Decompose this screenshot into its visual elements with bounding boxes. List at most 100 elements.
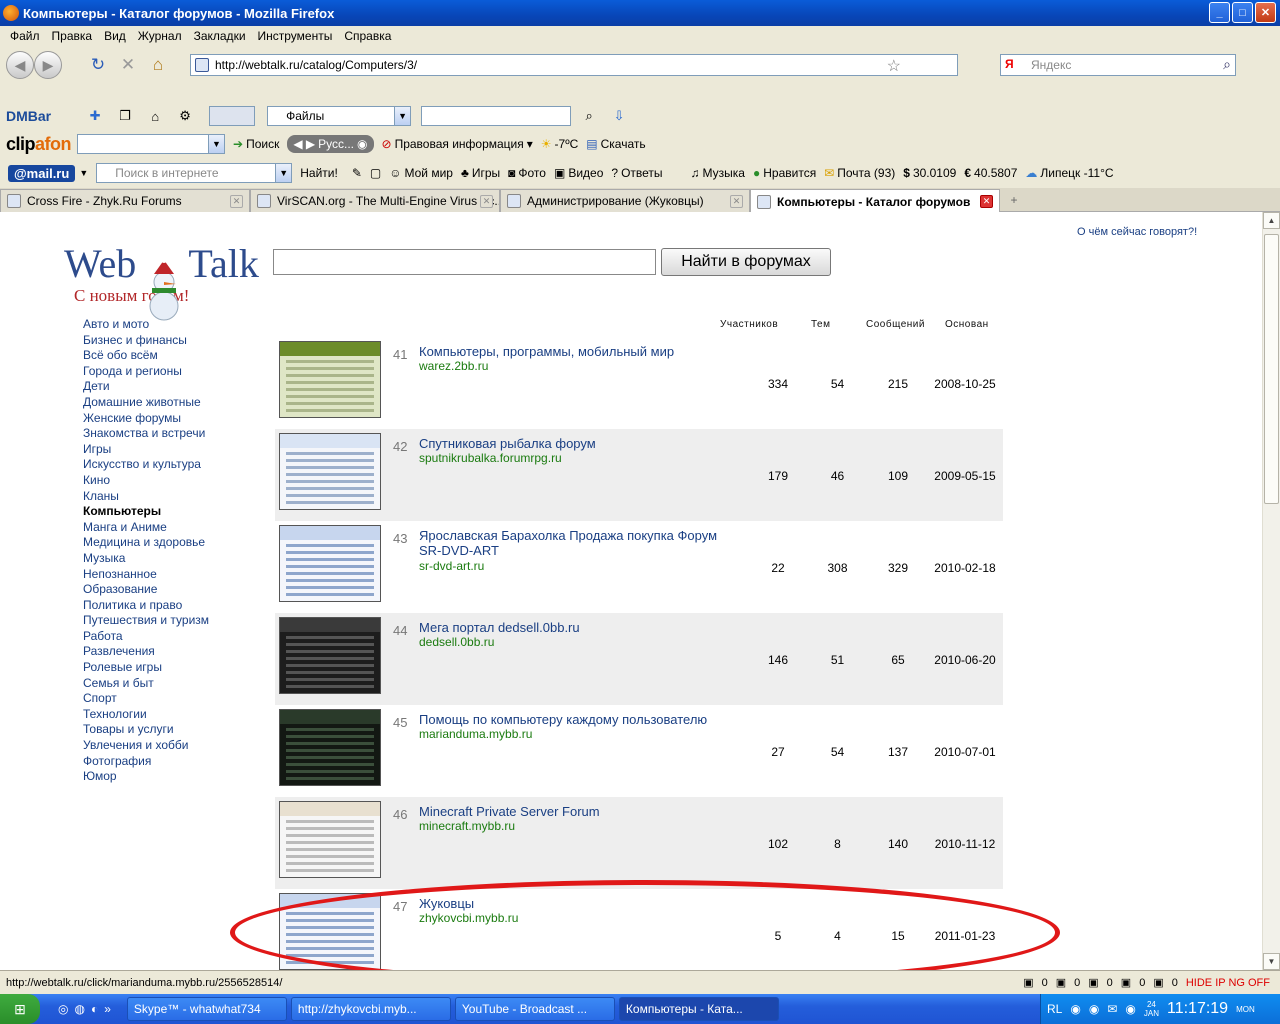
category-link[interactable]: Технологии [83, 707, 209, 723]
bookmark-star-icon[interactable]: ☆ [887, 56, 901, 76]
scroll-thumb[interactable] [1264, 234, 1279, 504]
minimize-button[interactable]: _ [1209, 2, 1230, 23]
forum-search-input[interactable] [273, 249, 656, 275]
category-link[interactable]: Работа [83, 629, 209, 645]
copy-icon[interactable]: ❐ [117, 108, 133, 124]
mailru-logo[interactable]: @mail.ru [8, 164, 76, 182]
eur-rate[interactable]: €40.5807 [964, 166, 1017, 180]
reload-icon[interactable]: ↻ [86, 53, 110, 77]
category-link[interactable]: Медицина и здоровье [83, 535, 209, 551]
menu-file[interactable]: Файл [4, 29, 46, 43]
menu-help[interactable]: Справка [338, 29, 397, 43]
category-link[interactable]: Непознанное [83, 567, 209, 583]
search-icon[interactable]: ⌕ [1223, 56, 1231, 73]
forum-url-link[interactable]: sr-dvd-art.ru [419, 559, 484, 573]
hide-ip-status[interactable]: HIDE IP NG OFF [1186, 977, 1270, 989]
menu-bookmarks[interactable]: Закладки [188, 29, 252, 43]
category-link[interactable]: Товары и услуги [83, 722, 209, 738]
usd-rate[interactable]: $30.0109 [903, 166, 956, 180]
forum-url-link[interactable]: sputnikrubalka.forumrpg.ru [419, 451, 562, 465]
dmbar-button[interactable] [209, 106, 256, 126]
forum-thumbnail[interactable] [279, 341, 381, 418]
clipafon-search-button[interactable]: ➔ Поиск [233, 137, 279, 151]
scroll-down-arrow[interactable]: ▼ [1263, 953, 1280, 970]
forum-title-link[interactable]: Спутниковая рыбалка форум [419, 436, 729, 451]
likes-link[interactable]: ● Нравится [753, 166, 816, 180]
forward-button[interactable]: ▶ [34, 51, 62, 79]
category-link[interactable]: Бизнес и финансы [83, 333, 209, 349]
clipafon-search-select[interactable]: ▼ [77, 134, 226, 154]
tab-administration[interactable]: Администрирование (Жуковцы) ✕ [500, 189, 750, 212]
forum-thumbnail[interactable] [279, 709, 381, 786]
task-skype[interactable]: Skype™ - whatwhat734 [126, 997, 287, 1021]
forum-thumbnail[interactable] [279, 893, 381, 970]
category-link[interactable]: Развлечения [83, 644, 209, 660]
add-icon[interactable]: ✚ [87, 108, 103, 124]
webtalk-logo[interactable]: Web Talk С новым годом! [64, 240, 259, 321]
category-link[interactable]: Юмор [83, 769, 209, 785]
category-link[interactable]: Образование [83, 582, 209, 598]
back-button[interactable]: ◀ [6, 51, 34, 79]
menu-edit[interactable]: Правка [46, 29, 99, 43]
player-control[interactable]: ◀ ▶ Русс... ◉ [287, 135, 374, 153]
category-link[interactable]: Манга и Аниме [83, 520, 209, 536]
task-youtube[interactable]: YouTube - Broadcast ... [454, 997, 615, 1021]
category-link[interactable]: Фотография [83, 754, 209, 770]
forum-url-link[interactable]: warez.2bb.ru [419, 359, 488, 373]
category-link[interactable]: Женские форумы [83, 411, 209, 427]
tray-icon[interactable]: ◉ [1089, 1002, 1099, 1016]
tab-virscan[interactable]: VirSCAN.org - The Multi-Engine Virus Sc.… [250, 189, 500, 212]
forum-title-link[interactable]: Компьютеры, программы, мобильный мир [419, 344, 729, 359]
games-link[interactable]: ♣ Игры [461, 166, 500, 180]
category-link[interactable]: Спорт [83, 691, 209, 707]
new-tab-button[interactable]: + [1000, 188, 1028, 211]
music-link[interactable]: ♫ Музыка [691, 166, 745, 180]
mail-link[interactable]: ✉ Почта (93) [824, 166, 895, 180]
clock[interactable]: 11:17:19 [1167, 1000, 1228, 1018]
category-link[interactable]: Кланы [83, 489, 209, 505]
chevron-down-icon[interactable]: ▼ [79, 168, 88, 178]
mailru-find-button[interactable]: Найти! [300, 166, 338, 180]
files-select[interactable]: Файлы ▼ [267, 106, 412, 126]
menu-view[interactable]: Вид [98, 29, 132, 43]
forum-url-link[interactable]: zhykovcbi.mybb.ru [419, 911, 518, 925]
forum-title-link[interactable]: Жуковцы [419, 896, 729, 911]
download-button[interactable]: ▤ Скачать [586, 137, 645, 151]
forum-thumbnail[interactable] [279, 433, 381, 510]
weather-link[interactable]: ☁ Липецк -11°C [1025, 166, 1113, 180]
tray-icon[interactable]: ◉ [1070, 1002, 1080, 1016]
close-tab-icon[interactable]: ✕ [730, 195, 743, 208]
legal-info-button[interactable]: ⊘ Правовая информация ▾ [382, 137, 533, 151]
menu-tools[interactable]: Инструменты [252, 29, 339, 43]
category-link[interactable]: Музыка [83, 551, 209, 567]
tab-crossfire[interactable]: Cross Fire - Zhyk.Ru Forums ✕ [0, 189, 250, 212]
quicklaunch-icon[interactable]: ◍ [74, 1002, 84, 1016]
category-link[interactable]: Путешествия и туризм [83, 613, 209, 629]
scroll-up-arrow[interactable]: ▲ [1263, 212, 1280, 229]
category-link[interactable]: Семья и быт [83, 676, 209, 692]
tab-computers-catalog[interactable]: Компьютеры - Каталог форумов ✕ [750, 189, 1000, 213]
tools-icon[interactable]: ⚙ [177, 108, 193, 124]
tray-icon[interactable]: ✉ [1107, 1002, 1117, 1016]
task-computers[interactable]: Компьютеры - Ката... [618, 997, 779, 1021]
stop-icon[interactable]: ✕ [116, 53, 140, 77]
category-link[interactable]: Ролевые игры [83, 660, 209, 676]
category-link[interactable]: Города и регионы [83, 364, 209, 380]
mailru-search-input[interactable]: Поиск в интернете ▼ [96, 163, 293, 183]
answers-link[interactable]: ? Ответы [611, 166, 662, 180]
my-world-link[interactable]: ☺ Мой мир [389, 166, 453, 180]
forum-title-link[interactable]: Minecraft Private Server Forum [419, 804, 729, 819]
forum-title-link[interactable]: Мега портал dedsell.0bb.ru [419, 620, 729, 635]
forum-thumbnail[interactable] [279, 617, 381, 694]
quicklaunch-icon[interactable]: » [104, 1002, 111, 1016]
home-small-icon[interactable]: ⌂ [147, 108, 163, 124]
language-indicator[interactable]: RL [1047, 1002, 1062, 1016]
pen-icon[interactable]: ✎ [352, 166, 362, 180]
close-tab-icon[interactable]: ✕ [230, 195, 243, 208]
close-window-button[interactable]: ✕ [1255, 2, 1276, 23]
menu-history[interactable]: Журнал [132, 29, 188, 43]
forum-title-link[interactable]: Помощь по компьютеру каждому пользовател… [419, 712, 729, 727]
search-bar[interactable]: Я Яндекс ⌕ [1000, 54, 1236, 76]
search-forums-button[interactable]: Найти в форумах [661, 248, 831, 276]
dmbar-search-input[interactable] [421, 106, 572, 126]
